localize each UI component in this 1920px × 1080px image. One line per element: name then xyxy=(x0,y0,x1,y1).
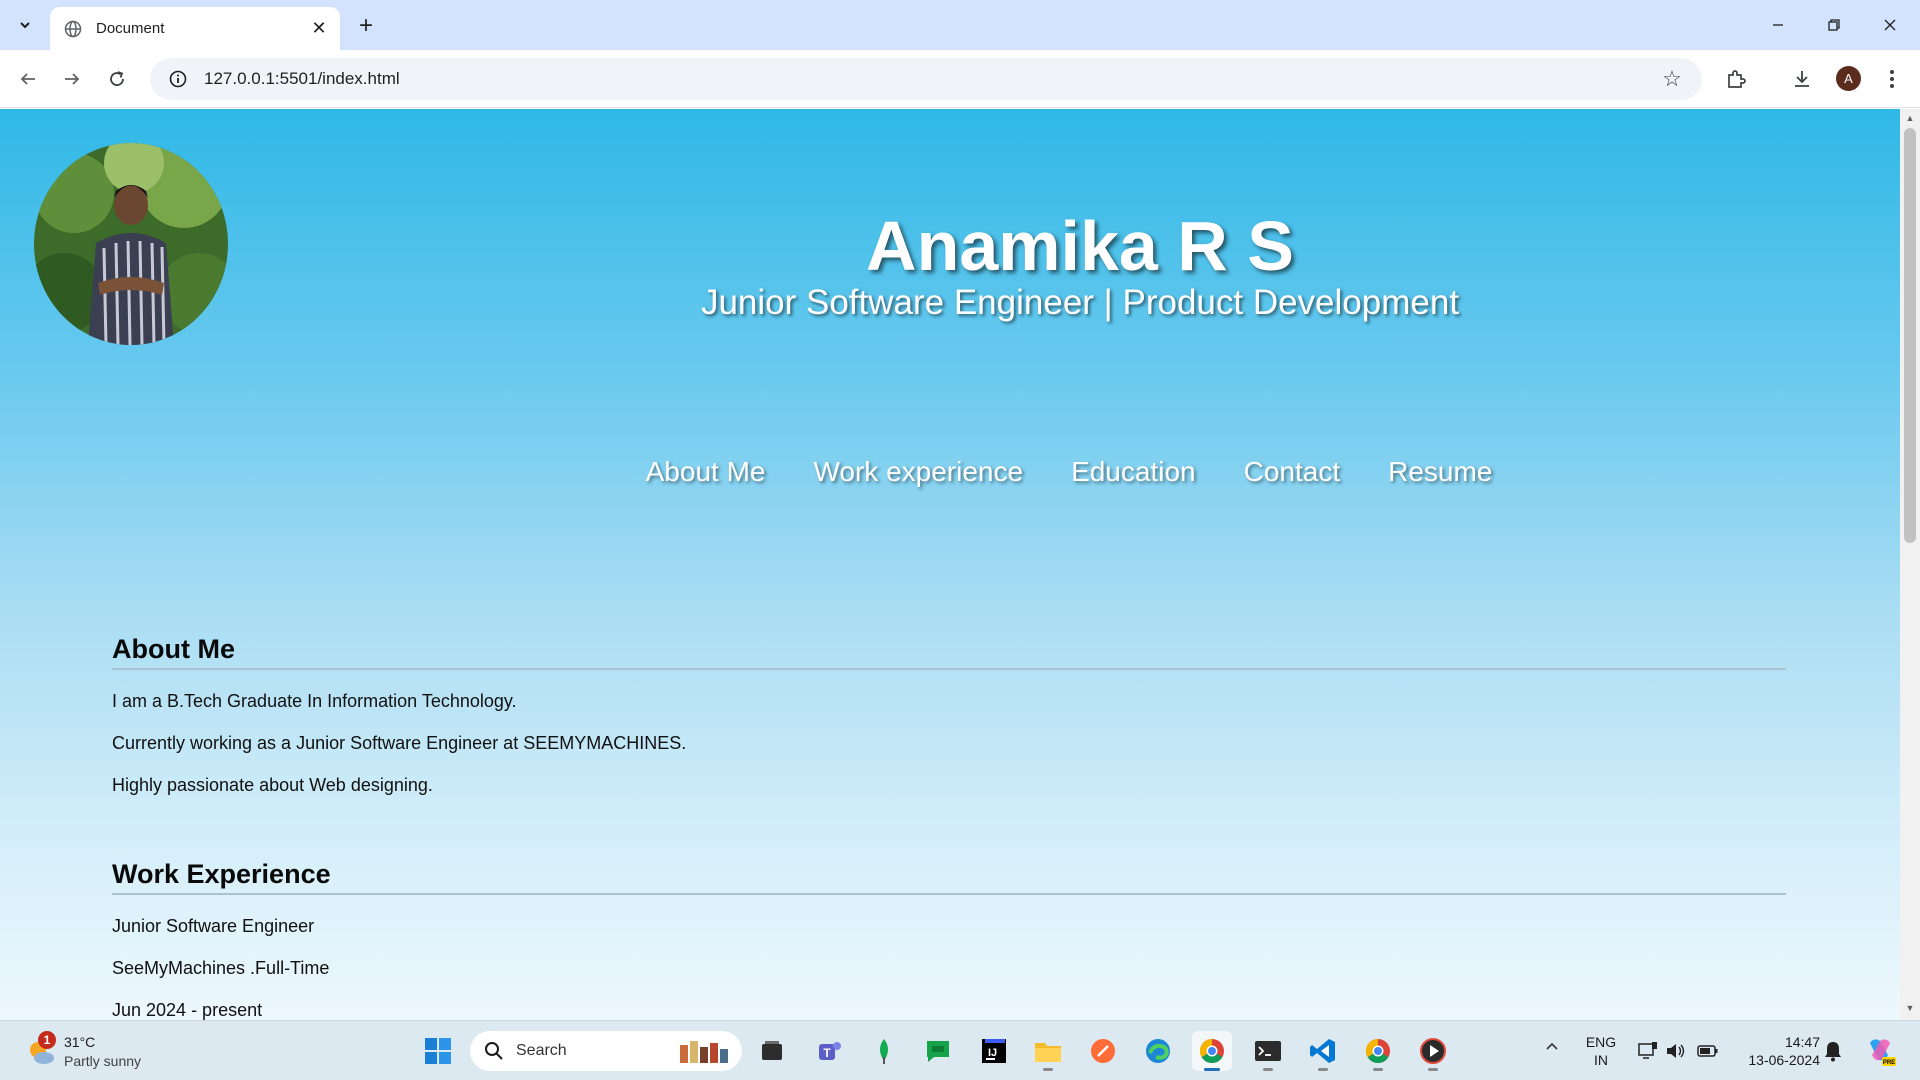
notification-bell-icon[interactable] xyxy=(1822,1039,1846,1063)
teams-icon[interactable]: T xyxy=(809,1031,849,1071)
running-indicator xyxy=(1428,1068,1438,1071)
task-view-icon[interactable] xyxy=(752,1031,792,1071)
taskbar-search-box[interactable]: Search xyxy=(470,1031,742,1071)
network-display-icon[interactable] xyxy=(1636,1039,1660,1063)
reload-icon[interactable] xyxy=(101,63,133,95)
page-viewport: Anamika R S Junior Software Engineer | P… xyxy=(0,109,1900,1020)
nav-link-work-experience[interactable]: Work experience xyxy=(813,456,1023,488)
work-section: Work Experience Junior Software Engineer… xyxy=(112,859,1786,1020)
restore-icon[interactable] xyxy=(1806,0,1862,50)
weather-description: Partly sunny xyxy=(64,1053,142,1069)
about-line: Currently working as a Junior Software E… xyxy=(112,733,687,753)
bookmark-star-icon[interactable]: ☆ xyxy=(1654,61,1690,97)
file-explorer-icon[interactable] xyxy=(1028,1031,1068,1071)
weather-notification-badge: 1 xyxy=(38,1031,56,1049)
back-arrow-icon[interactable] xyxy=(12,63,44,95)
search-icon xyxy=(484,1041,504,1061)
more-menu-icon[interactable] xyxy=(1876,63,1908,95)
work-line: Jun 2024 - present xyxy=(112,1000,263,1020)
media-player-icon[interactable] xyxy=(1413,1031,1453,1071)
battery-icon[interactable] xyxy=(1696,1039,1720,1063)
edge-browser-icon[interactable] xyxy=(1138,1031,1178,1071)
profile-avatar[interactable]: A xyxy=(1836,66,1861,91)
taskbar-search-label: Search xyxy=(516,1042,567,1059)
main-nav: About Me Work experience Education Conta… xyxy=(0,456,1900,488)
volume-icon[interactable] xyxy=(1664,1039,1688,1063)
work-line: SeeMyMachines .Full-Time xyxy=(112,958,330,978)
scroll-down-arrow-icon[interactable]: ▼ xyxy=(1904,1003,1916,1015)
chrome-icon-active[interactable] xyxy=(1192,1031,1232,1071)
postman-icon[interactable] xyxy=(1083,1031,1123,1071)
copilot-icon[interactable]: PRE xyxy=(1864,1035,1896,1067)
site-info-icon[interactable] xyxy=(158,59,198,99)
terminal-icon[interactable] xyxy=(1248,1031,1288,1071)
window-close-icon[interactable] xyxy=(1862,0,1918,50)
nav-link-resume[interactable]: Resume xyxy=(1388,456,1492,488)
svg-text:IJ: IJ xyxy=(988,1047,997,1059)
nav-link-education[interactable]: Education xyxy=(1071,456,1196,488)
about-heading: About Me xyxy=(112,634,1786,670)
address-bar[interactable]: 127.0.0.1:5501/index.html ☆ xyxy=(150,58,1702,100)
search-highlight-books-icon xyxy=(676,1037,732,1065)
scroll-up-arrow-icon[interactable]: ▲ xyxy=(1904,113,1916,125)
nav-link-about-me[interactable]: About Me xyxy=(646,456,766,488)
weather-widget[interactable]: 1 31°C Partly sunny xyxy=(22,1031,182,1073)
tab-search-chevron-icon[interactable] xyxy=(8,8,42,42)
clock-date: 13-06-2024 xyxy=(1748,1052,1820,1068)
work-heading: Work Experience xyxy=(112,859,1786,895)
clock-time: 14:47 xyxy=(1784,1034,1820,1050)
nav-link-contact[interactable]: Contact xyxy=(1244,456,1341,488)
windows-start-icon[interactable] xyxy=(418,1031,458,1071)
download-icon[interactable] xyxy=(1786,63,1818,95)
hero-subtitle: Junior Software Engineer | Product Devel… xyxy=(700,283,1460,322)
running-indicator xyxy=(1204,1068,1220,1071)
new-tab-plus-icon[interactable]: + xyxy=(350,10,382,42)
running-indicator xyxy=(1373,1068,1383,1071)
windows-taskbar: 1 31°C Partly sunny Search T IJ ENG IN 1… xyxy=(0,1020,1920,1080)
weather-temperature: 31°C xyxy=(64,1034,96,1050)
tray-overflow-chevron-icon[interactable] xyxy=(1540,1039,1564,1063)
about-section: About Me I am a B.Tech Graduate In Infor… xyxy=(112,634,1786,796)
browser-tab[interactable]: Document ✕ xyxy=(50,7,340,50)
work-line: Junior Software Engineer xyxy=(112,916,315,936)
url-text: 127.0.0.1:5501/index.html xyxy=(204,69,400,88)
browser-toolbar: 127.0.0.1:5501/index.html ☆ xyxy=(0,50,1920,108)
intellij-icon[interactable]: IJ xyxy=(974,1031,1014,1071)
extensions-puzzle-icon[interactable] xyxy=(1720,63,1752,95)
svg-text:T: T xyxy=(823,1046,831,1060)
input-language-indicator[interactable]: ENG IN xyxy=(1578,1033,1624,1069)
svg-text:PRE: PRE xyxy=(1883,1060,1895,1066)
chat-app-icon[interactable] xyxy=(918,1031,958,1071)
chrome-icon[interactable] xyxy=(1358,1031,1398,1071)
about-line: Highly passionate about Web designing. xyxy=(112,775,433,795)
minimize-icon[interactable] xyxy=(1750,0,1806,50)
region-code: IN xyxy=(1594,1052,1608,1068)
browser-tab-strip: Document ✕ + xyxy=(0,0,1920,50)
system-clock[interactable]: 14:47 13-06-2024 xyxy=(1730,1033,1820,1069)
forward-arrow-icon[interactable] xyxy=(56,63,88,95)
about-line: I am a B.Tech Graduate In Information Te… xyxy=(112,691,517,711)
language-code: ENG xyxy=(1585,1034,1617,1050)
running-indicator xyxy=(1263,1068,1273,1071)
mongodb-leaf-icon[interactable] xyxy=(864,1031,904,1071)
running-indicator xyxy=(1318,1068,1328,1071)
globe-icon xyxy=(64,20,82,38)
hero-name: Anamika R S xyxy=(866,207,1294,285)
tab-close-icon[interactable]: ✕ xyxy=(306,16,332,42)
tab-title: Document xyxy=(96,20,165,37)
running-indicator xyxy=(1043,1068,1053,1071)
scrollbar-thumb[interactable] xyxy=(1904,128,1916,543)
vscode-icon[interactable] xyxy=(1303,1031,1343,1071)
